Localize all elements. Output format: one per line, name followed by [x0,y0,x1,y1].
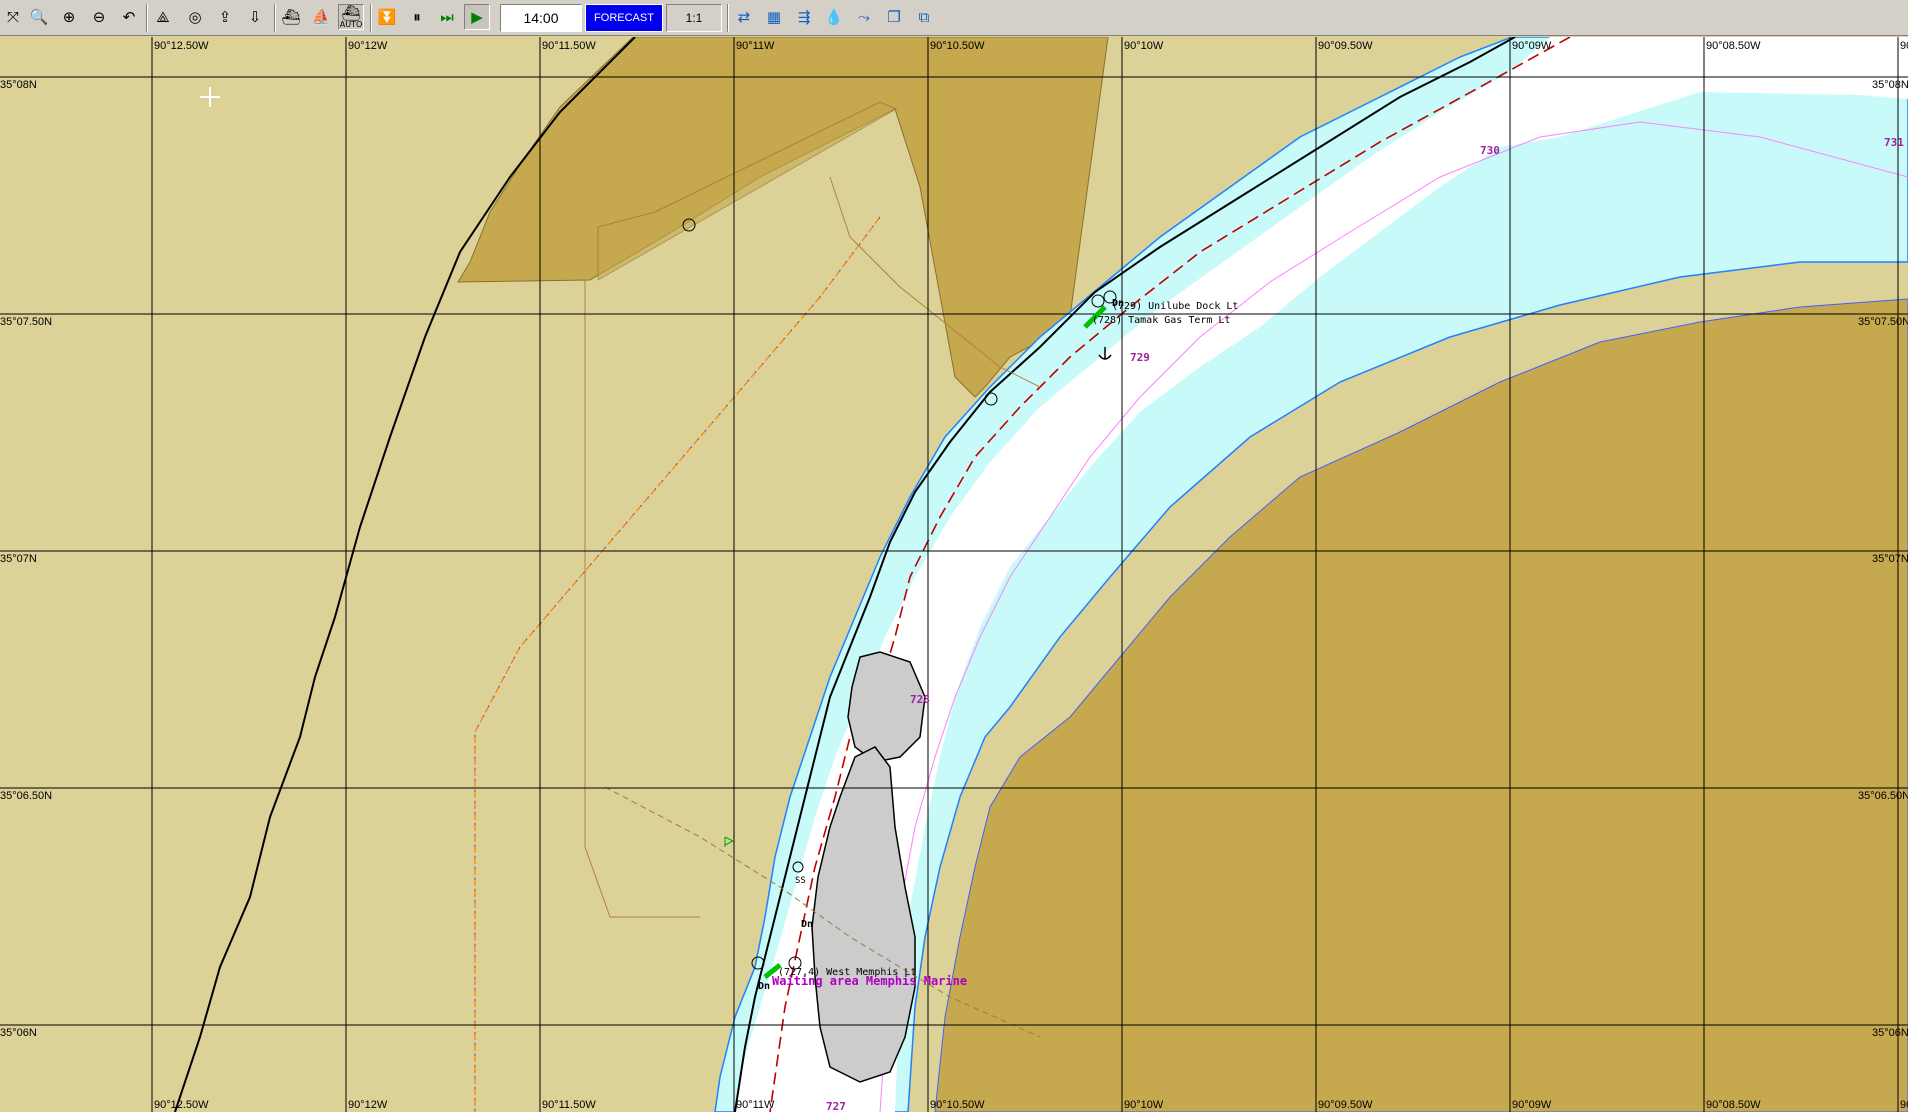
lon-label: 90°09.50W [1318,1099,1373,1111]
forecast-button[interactable]: FORECAST [585,4,663,32]
time-display[interactable]: 14:00 [500,4,582,32]
import-icon[interactable]: ⇩ [242,4,268,30]
undo-zoom-icon[interactable]: ↶ [116,4,142,30]
light-label-tamak[interactable]: (728) Tamak Gas Term Lt [1092,315,1230,327]
toolbar-separator [274,4,276,32]
lon-label: 90°09W [1512,40,1552,52]
auto-label: AUTO [339,19,363,29]
lon-label: 90°09.50W [1318,40,1373,52]
route-icon[interactable]: ⤳ [851,4,877,30]
auto-ship-button[interactable]: ⛴ AUTO [338,4,364,30]
lon-label: 90°12.50W [154,40,209,52]
chart-layers-icon[interactable]: ▦ [761,4,787,30]
target-icon[interactable]: ◎ [182,4,208,30]
zoom-in-icon[interactable]: ⊕ [56,4,82,30]
lon-label: 90°10W [1124,40,1164,52]
chart-canvas [0,37,1908,1112]
nautical-chart[interactable]: 90°12.50W 90°12W 90°11.50W 90°11W 90°10.… [0,37,1908,1112]
lon-label: 90°10W [1124,1099,1164,1111]
sync-icon[interactable]: ⇄ [731,4,757,30]
lon-label: 90 [1900,40,1908,52]
lon-label: 90°12W [348,40,388,52]
water-level-icon[interactable]: 💧 [821,4,847,30]
dn-label: Dn [801,919,814,930]
lon-label: 90°11.50W [542,1099,596,1111]
dn-label: Dn [1112,298,1125,309]
mile-marker: 727 [826,1100,846,1112]
chart-application: ⤧ 🔍 ⊕ ⊖ ↶ ⟁ ◎ ⇪ ⇩ ⛴ ⛵ ⛴ AUTO ⏬ ⏸ ⏭ ▶ 14:… [0,0,1908,1112]
mile-marker: 730 [1480,144,1500,157]
lon-label: 90°10.50W [930,1099,985,1111]
lat-label: 35°06N [0,1027,37,1039]
flow-icon[interactable]: ⇶ [791,4,817,30]
lon-label: 90°12W [348,1099,388,1111]
play-icon[interactable]: ▶ [464,4,490,30]
auto-ship-icon: ⛴ [341,3,361,22]
lat-label: 35°07.50N [0,316,53,328]
lon-label: 90°08.50W [1706,40,1761,52]
toolbar-separator [727,4,729,32]
ship-small-icon[interactable]: ⛵ [308,4,334,30]
measure-icon[interactable]: ⟁ [150,4,176,30]
mile-marker: 728 [910,693,930,706]
ss-label: SS [795,876,806,886]
waiting-area-label[interactable]: Waiting area Memphis Marine [772,975,967,987]
zoom-out-icon[interactable]: ⊖ [86,4,112,30]
lat-label: 35°06.50N [1858,790,1908,802]
fast-forward-icon[interactable]: ⏭ [434,4,460,30]
lon-label: 90 [1900,1099,1908,1111]
lon-label: 90°11.50W [542,40,596,52]
zoom-fit-icon[interactable]: ⤧ [0,4,26,30]
lon-label: 90°08.50W [1706,1099,1761,1111]
lon-label: 90°12.50W [154,1099,209,1111]
lon-label: 90°09W [1512,1099,1552,1111]
copy-icon[interactable]: ❐ [881,4,907,30]
lon-label: 90°11W [736,40,775,52]
scale-display[interactable]: 1:1 [666,4,722,32]
light-label-unilube[interactable]: (729) Unilube Dock Lt [1112,301,1238,313]
lat-label: 35°08N [0,79,37,91]
toolbar-separator [370,4,372,32]
lon-label: 90°11W [736,1099,775,1111]
mile-marker: 729 [1130,351,1150,364]
stop-icon[interactable]: ⏬ [374,4,400,30]
window-icon[interactable]: ⧉ [911,4,937,30]
export-icon[interactable]: ⇪ [212,4,238,30]
ship-icon[interactable]: ⛴ [278,4,304,30]
mile-marker: 731 [1884,136,1904,149]
lat-label: 35°07.50N [1858,316,1908,328]
toolbar-separator [146,4,148,32]
dn-label: Dn [758,981,771,992]
lon-label: 90°10.50W [930,40,985,52]
toolbar: ⤧ 🔍 ⊕ ⊖ ↶ ⟁ ◎ ⇪ ⇩ ⛴ ⛵ ⛴ AUTO ⏬ ⏸ ⏭ ▶ 14:… [0,0,1908,36]
lat-label: 35°07N [0,553,37,565]
lat-label: 35°06.50N [0,790,53,802]
lat-label: 35°08N [1872,79,1908,91]
pause-icon[interactable]: ⏸ [404,4,430,30]
zoom-window-icon[interactable]: 🔍 [26,4,52,30]
lat-label: 35°07N [1872,553,1908,565]
lat-label: 35°06N [1872,1027,1908,1039]
